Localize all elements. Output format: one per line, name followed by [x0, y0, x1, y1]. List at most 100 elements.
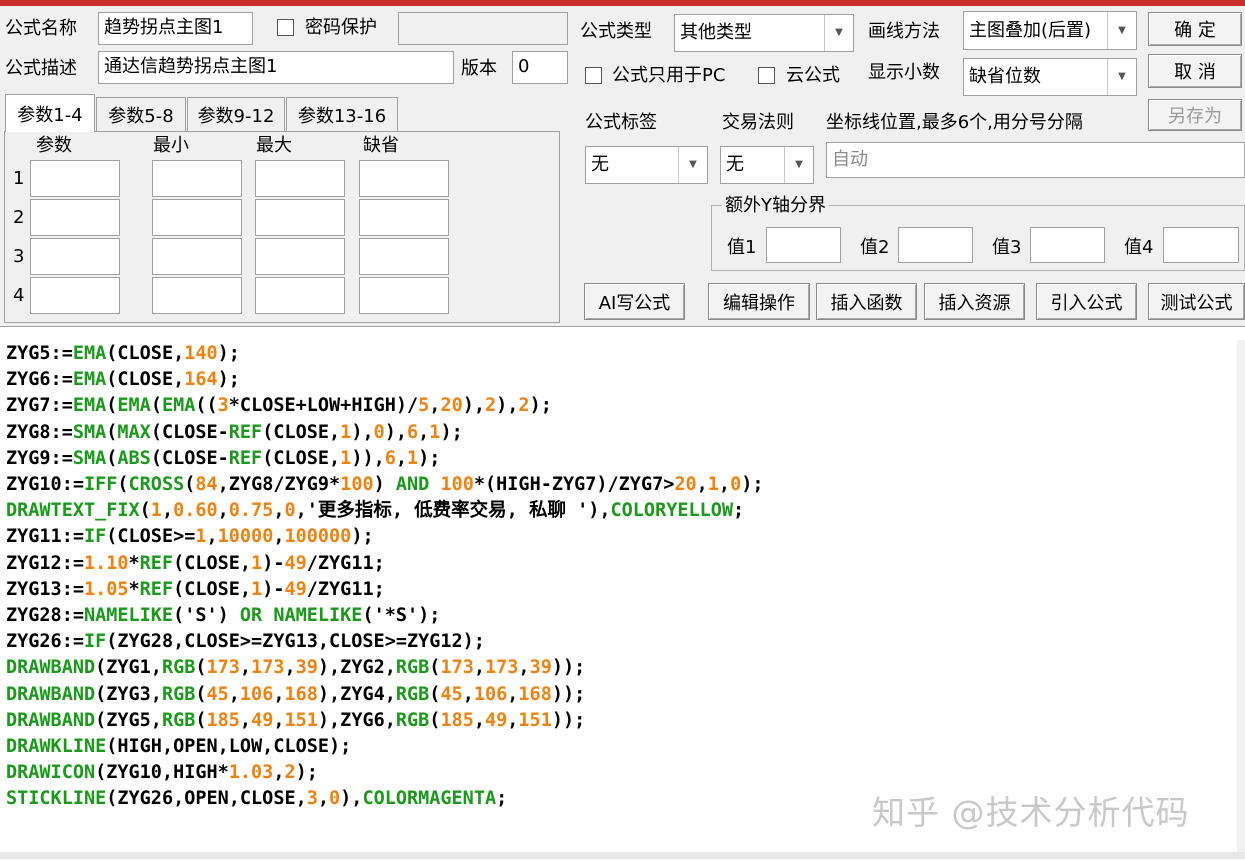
pc-only-checkbox[interactable]: [585, 67, 602, 84]
coord-line-input[interactable]: 自动: [826, 142, 1245, 178]
formula-desc-input[interactable]: 通达信趋势拐点主图1: [98, 51, 454, 84]
value4-input[interactable]: [1163, 227, 1239, 263]
param-header-default: 缺省: [363, 135, 399, 156]
cancel-button[interactable]: 取 消: [1148, 54, 1242, 88]
draw-method-value: 主图叠加(后置): [969, 20, 1092, 41]
param-4-default-input[interactable]: [359, 277, 449, 314]
param-4-min-input[interactable]: [152, 277, 242, 314]
param-3-max-input[interactable]: [255, 238, 345, 275]
code-line[interactable]: DRAWTEXT_FIX(1,0.60,0.75,0,'更多指标, 低费率交易,…: [6, 500, 744, 521]
chevron-down-icon[interactable]: ▼: [784, 147, 813, 183]
code-line[interactable]: ZYG13:=1.05*REF(CLOSE,1)-49/ZYG11;: [6, 579, 385, 600]
param-header-max: 最大: [256, 135, 292, 156]
tab-params-9-12[interactable]: 参数9-12: [187, 97, 285, 131]
param-4-name-input[interactable]: [30, 277, 120, 314]
cloud-formula-checkbox[interactable]: [758, 67, 775, 84]
code-line[interactable]: ZYG9:=SMA(ABS(CLOSE-REF(CLOSE,1)),6,1);: [6, 448, 440, 469]
chevron-down-icon[interactable]: ▼: [678, 147, 707, 183]
tab-params-5-8[interactable]: 参数5-8: [96, 97, 186, 131]
param-row-number: 2: [13, 207, 25, 228]
password-protect-label: 密码保护: [305, 17, 377, 38]
param-1-name-input[interactable]: [30, 160, 120, 197]
param-2-max-input[interactable]: [255, 199, 345, 236]
decimal-label: 显示小数: [868, 62, 940, 83]
edit-operation-button[interactable]: 编辑操作: [708, 283, 810, 320]
chevron-down-icon[interactable]: ▼: [1107, 59, 1136, 95]
ai-write-formula-button[interactable]: AI写公式: [584, 283, 685, 320]
version-input[interactable]: 0: [512, 51, 568, 84]
code-line[interactable]: DRAWICON(ZYG10,HIGH*1.03,2);: [6, 762, 318, 783]
value2-input[interactable]: [898, 227, 973, 263]
trade-rule-label: 交易法则: [722, 112, 794, 133]
value4-label: 值4: [1124, 237, 1154, 258]
value1-input[interactable]: [766, 227, 841, 263]
formula-type-value: 其他类型: [680, 22, 752, 43]
draw-method-label: 画线方法: [868, 21, 940, 42]
editor-vertical-scrollbar[interactable]: [1237, 340, 1245, 855]
code-line[interactable]: ZYG26:=IF(ZYG28,CLOSE>=ZYG13,CLOSE>=ZYG1…: [6, 631, 485, 652]
window-top-border: [0, 0, 1245, 6]
code-line[interactable]: ZYG10:=IFF(CROSS(84,ZYG8/ZYG9*100) AND 1…: [6, 474, 763, 495]
decimal-value: 缺省位数: [969, 66, 1041, 87]
param-3-name-input[interactable]: [30, 238, 120, 275]
formula-code-editor[interactable]: ZYG5:=EMA(CLOSE,140); ZYG6:=EMA(CLOSE,16…: [0, 326, 1245, 860]
formula-tag-value: 无: [591, 154, 609, 175]
param-row-number: 4: [13, 285, 25, 306]
param-row-number: 1: [13, 168, 25, 189]
param-2-min-input[interactable]: [152, 199, 242, 236]
tab-params-1-4[interactable]: 参数1-4: [5, 94, 95, 132]
code-line[interactable]: ZYG5:=EMA(CLOSE,140);: [6, 343, 240, 364]
param-1-default-input[interactable]: [359, 160, 449, 197]
code-line[interactable]: ZYG12:=1.10*REF(CLOSE,1)-49/ZYG11;: [6, 553, 385, 574]
save-as-button[interactable]: 另存为: [1148, 99, 1242, 131]
password-protect-checkbox[interactable]: [277, 19, 294, 36]
editor-horizontal-scrollbar[interactable]: [0, 852, 1245, 859]
tab-params-13-16[interactable]: 参数13-16: [286, 97, 398, 131]
decimal-select[interactable]: 缺省位数 ▼: [963, 58, 1137, 96]
param-header-name: 参数: [36, 135, 72, 156]
formula-name-label: 公式名称: [5, 18, 77, 39]
formula-code-text[interactable]: ZYG5:=EMA(CLOSE,140); ZYG6:=EMA(CLOSE,16…: [6, 341, 763, 813]
ok-button[interactable]: 确 定: [1148, 12, 1242, 46]
value2-label: 值2: [860, 237, 890, 258]
formula-tag-label: 公式标签: [585, 112, 657, 133]
formula-tag-select[interactable]: 无 ▼: [585, 146, 708, 184]
param-header-min: 最小: [153, 135, 189, 156]
chevron-down-icon[interactable]: ▼: [824, 15, 853, 51]
value3-label: 值3: [992, 237, 1022, 258]
code-line[interactable]: DRAWBAND(ZYG1,RGB(173,173,39),ZYG2,RGB(1…: [6, 657, 585, 678]
code-line[interactable]: ZYG28:=NAMELIKE('S') OR NAMELIKE('*S');: [6, 605, 440, 626]
code-line[interactable]: ZYG8:=SMA(MAX(CLOSE-REF(CLOSE,1),0),6,1)…: [6, 422, 463, 443]
coord-line-label: 坐标线位置,最多6个,用分号分隔: [826, 112, 1083, 133]
value3-input[interactable]: [1030, 227, 1105, 263]
insert-function-button[interactable]: 插入函数: [816, 283, 917, 320]
code-line[interactable]: DRAWBAND(ZYG5,RGB(185,49,151),ZYG6,RGB(1…: [6, 710, 585, 731]
test-formula-button[interactable]: 测试公式: [1148, 283, 1245, 320]
param-1-max-input[interactable]: [255, 160, 345, 197]
formula-type-select[interactable]: 其他类型 ▼: [674, 14, 854, 52]
param-3-min-input[interactable]: [152, 238, 242, 275]
params-panel: 参数 最小 最大 缺省 1 2 3 4: [4, 131, 560, 323]
import-formula-button[interactable]: 引入公式: [1036, 283, 1137, 320]
trade-rule-select[interactable]: 无 ▼: [720, 146, 814, 184]
insert-resource-button[interactable]: 插入资源: [924, 283, 1025, 320]
code-line[interactable]: ZYG6:=EMA(CLOSE,164);: [6, 369, 240, 390]
code-line[interactable]: ZYG11:=IF(CLOSE>=1,10000,100000);: [6, 526, 374, 547]
param-1-min-input[interactable]: [152, 160, 242, 197]
value1-label: 值1: [727, 237, 757, 258]
chevron-down-icon[interactable]: ▼: [1107, 12, 1136, 49]
password-input: [398, 12, 568, 45]
cloud-formula-label: 云公式: [786, 65, 840, 86]
code-line[interactable]: STICKLINE(ZYG26,OPEN,CLOSE,3,0),COLORMAG…: [6, 788, 507, 809]
draw-method-select[interactable]: 主图叠加(后置) ▼: [963, 11, 1137, 50]
formula-name-input[interactable]: 趋势拐点主图1: [98, 12, 253, 45]
param-3-default-input[interactable]: [359, 238, 449, 275]
param-4-max-input[interactable]: [255, 277, 345, 314]
param-2-default-input[interactable]: [359, 199, 449, 236]
version-label: 版本: [461, 58, 497, 79]
code-line[interactable]: DRAWKLINE(HIGH,OPEN,LOW,CLOSE);: [6, 736, 351, 757]
extra-y-axis-label: 额外Y轴分界: [722, 195, 829, 217]
code-line[interactable]: DRAWBAND(ZYG3,RGB(45,106,168),ZYG4,RGB(4…: [6, 684, 585, 705]
code-line[interactable]: ZYG7:=EMA(EMA(EMA((3*CLOSE+LOW+HIGH)/5,2…: [6, 395, 552, 416]
param-2-name-input[interactable]: [30, 199, 120, 236]
